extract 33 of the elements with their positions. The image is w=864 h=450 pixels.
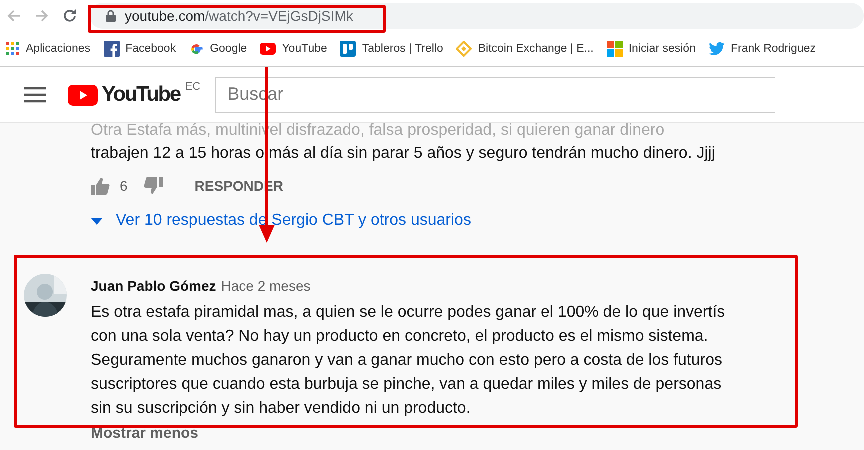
menu-icon[interactable]	[24, 86, 46, 102]
ring-logo-icon	[189, 42, 204, 56]
board-icon	[340, 41, 356, 57]
address-bar[interactable]: youtube.com/watch?v=VEjGsDjSIMk	[90, 3, 864, 29]
view-replies-link[interactable]: Ver 10 respuestas de Sergio CBT y otros usuarios	[92, 212, 472, 230]
bookmark[interactable]: Facebook	[104, 41, 176, 57]
caret-icon	[92, 218, 103, 224]
diamond-icon	[456, 41, 472, 57]
bookmark[interactable]: YouTube	[260, 43, 328, 55]
grid-icon	[6, 42, 20, 56]
bird-icon	[708, 42, 725, 56]
forward-icon[interactable]	[34, 8, 50, 24]
like-count: 6	[120, 178, 128, 194]
square-logo-icon	[104, 41, 120, 57]
bookmark[interactable]: Frank Rodriguez	[708, 42, 816, 56]
comment-time[interactable]: Hace 2 meses	[221, 278, 311, 294]
reload-icon[interactable]	[62, 8, 78, 24]
bookmark[interactable]: Bitcoin Exchange | E...	[456, 41, 594, 57]
bookmark[interactable]: Tableros | Trello	[340, 41, 444, 57]
thumbs-down-icon[interactable]	[144, 177, 163, 195]
author-name[interactable]: Juan Pablo Gómez	[91, 278, 216, 294]
comment-text: Es otra estafa piramidal mas, a quien se le ocurre podes ganar el 100% de lo que invertís con una sola venta? No hay un producto en concreto, el producto es el mismo sistema. Seguramente muchos ganaron y van a ganar mucho con esto pero a costa de los futuros suscriptores que cuando esta burbuja se pinche, van a quedar miles y miles de personas sin su suscripción y sin haber vendido ni un producto.	[91, 303, 726, 419]
comment-text: trabajen 12 a 15 horas o más al día sin parar 5 años y seguro tendrán mucho dinero. Jjjj	[91, 145, 716, 163]
play-icon	[260, 43, 276, 55]
bookmark[interactable]: Iniciar sesión	[606, 41, 696, 57]
thumbs-up-icon[interactable]	[91, 177, 110, 195]
bookmark[interactable]: Google	[189, 42, 248, 56]
four-squares-icon	[606, 41, 623, 57]
back-icon[interactable]	[6, 8, 22, 24]
logo-text[interactable]: YouTube	[102, 80, 180, 108]
bookmark[interactable]: Aplicaciones	[6, 42, 91, 56]
show-less-button[interactable]: Mostrar menos	[91, 425, 199, 442]
region-label: EC	[185, 80, 201, 92]
